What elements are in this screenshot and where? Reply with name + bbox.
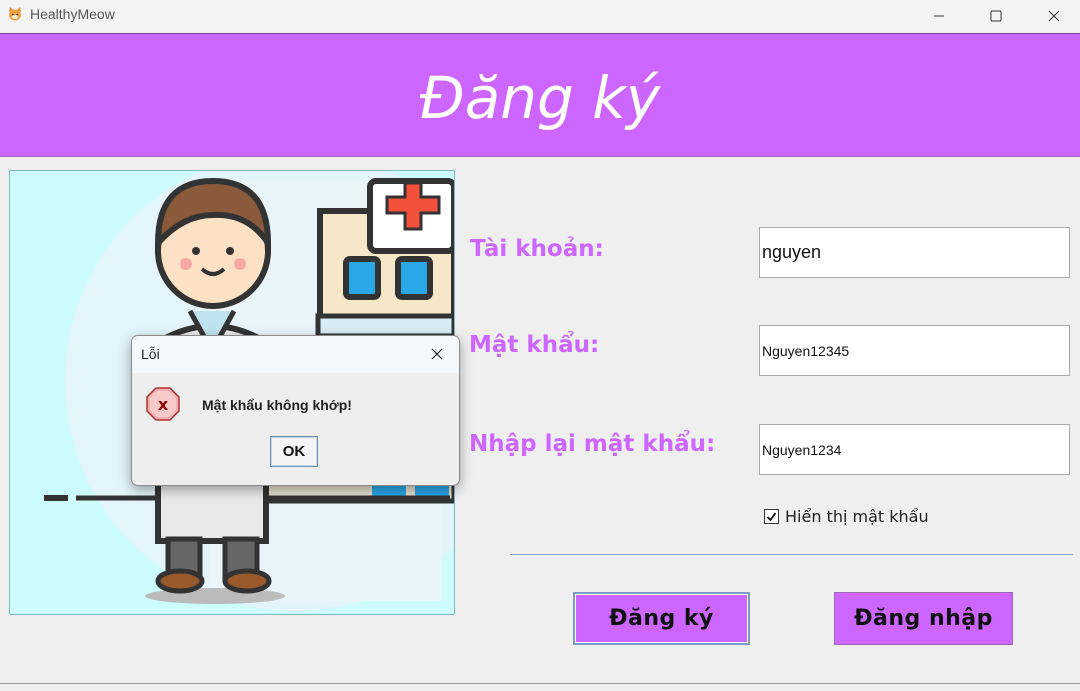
window-bottom-edge	[0, 683, 1080, 684]
close-icon	[1048, 10, 1060, 22]
minimize-button[interactable]	[910, 0, 968, 32]
password-input[interactable]: Nguyen12345	[759, 325, 1070, 376]
minimize-icon	[934, 15, 944, 17]
close-button[interactable]	[1025, 0, 1080, 32]
window-title: HealthyMeow	[30, 6, 115, 22]
register-button[interactable]: Đăng ký	[573, 592, 750, 645]
dialog-message: Mật khẩu không khớp!	[202, 397, 352, 413]
maximize-button[interactable]	[967, 0, 1025, 32]
svg-text:x: x	[158, 395, 169, 414]
username-label: Tài khoản:	[470, 236, 604, 262]
dialog-titlebar: Lỗi	[132, 336, 459, 373]
show-password-checkbox[interactable]	[764, 509, 779, 524]
header-banner: Đăng ký	[0, 33, 1080, 157]
maximize-icon	[990, 10, 1002, 22]
show-password-label: Hiển thị mật khẩu	[785, 507, 929, 526]
login-button[interactable]: Đăng nhập	[834, 592, 1013, 645]
confirm-password-label: Nhập lại mật khẩu:	[469, 431, 716, 457]
form-divider	[510, 554, 1073, 555]
page-title: Đăng ký	[419, 64, 661, 132]
checkmark-icon	[766, 512, 777, 522]
password-label: Mật khẩu:	[469, 332, 600, 358]
confirm-password-input[interactable]: Nguyen1234	[759, 424, 1070, 475]
username-input[interactable]: nguyen	[759, 227, 1070, 278]
dialog-ok-button[interactable]: OK	[270, 436, 318, 467]
close-icon	[431, 348, 443, 360]
password-value: Nguyen12345	[762, 342, 850, 359]
error-icon: x	[146, 387, 180, 421]
window-titlebar: HealthyMeow	[0, 0, 1080, 32]
cat-icon	[9, 7, 21, 21]
show-password-toggle[interactable]: Hiển thị mật khẩu	[764, 507, 929, 526]
dialog-close-button[interactable]	[423, 340, 451, 368]
username-value: nguyen	[762, 242, 822, 262]
confirm-password-value: Nguyen1234	[762, 441, 842, 458]
error-dialog: Lỗi x Mật khẩu không khớp! OK	[131, 335, 460, 486]
dialog-title: Lỗi	[141, 346, 160, 362]
